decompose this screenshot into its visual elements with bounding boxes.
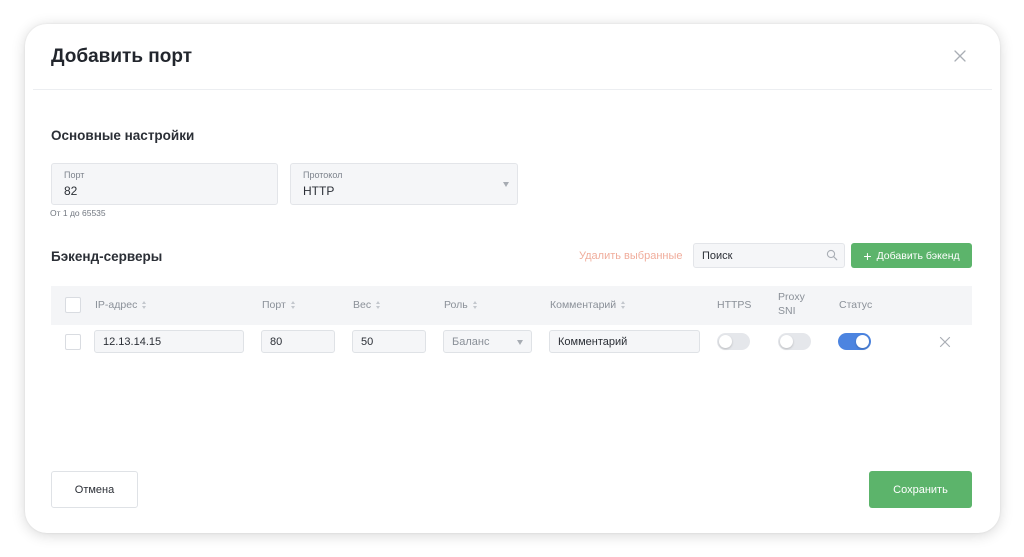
column-https-label: HTTPS [717,299,752,311]
weight-input[interactable]: 50 [352,330,426,353]
column-status: Статус [839,299,872,311]
column-proxy-sni-label-1: Proxy [778,291,805,303]
port-field-hint: От 1 до 65535 [50,208,106,218]
protocol-select[interactable]: Протокол HTTP [290,163,518,205]
column-role-label: Роль [444,299,468,311]
header-divider [33,89,992,90]
add-backend-label: Добавить бэкенд [876,249,960,262]
close-icon[interactable] [952,48,968,64]
toggle-knob [780,335,793,348]
cancel-button[interactable]: Отмена [51,471,138,508]
delete-selected-link[interactable]: Удалить выбранные [579,250,683,262]
sort-icon [376,301,381,309]
table-header: IP-адрес Порт Вес Роль Комментарий HTTPS… [51,286,972,325]
add-backend-button[interactable]: + Добавить бэкенд [851,243,972,268]
proxy-sni-toggle[interactable] [778,333,811,350]
basic-settings-title: Основные настройки [51,128,195,143]
column-ip-label: IP-адрес [95,299,138,311]
column-https: HTTPS [717,299,751,311]
chevron-down-icon [517,340,523,345]
column-proxy-sni: Proxy SNI [778,291,805,317]
role-select[interactable]: Баланс [443,330,532,353]
role-select-value: Баланс [452,335,490,348]
column-port-label: Порт [262,299,286,311]
select-all-checkbox[interactable] [65,297,81,313]
sort-icon [621,301,626,309]
column-weight-label: Вес [353,299,372,311]
save-button[interactable]: Сохранить [869,471,972,508]
modal-title: Добавить порт [51,46,193,67]
ip-input[interactable]: 12.13.14.15 [94,330,244,353]
sort-icon [472,301,477,309]
column-port[interactable]: Порт [262,299,295,311]
column-comment[interactable]: Комментарий [550,299,626,311]
column-weight[interactable]: Вес [353,299,381,311]
port-input[interactable]: 80 [261,330,335,353]
port-field-label: Порт [64,170,85,180]
column-ip[interactable]: IP-адрес [95,299,147,311]
row-checkbox[interactable] [65,334,81,350]
add-port-modal: Добавить порт Основные настройки Порт 82… [25,24,1000,533]
remove-row-icon[interactable] [939,336,951,348]
column-proxy-sni-label-2: SNI [778,305,796,317]
search-icon[interactable] [826,249,838,261]
backend-servers-title: Бэкенд-серверы [51,249,163,264]
column-comment-label: Комментарий [550,299,617,311]
sort-icon [142,301,147,309]
search-input[interactable] [693,243,845,268]
port-field[interactable]: Порт 82 [51,163,278,205]
column-role[interactable]: Роль [444,299,477,311]
status-toggle[interactable] [838,333,871,350]
chevron-down-icon [503,182,509,187]
column-status-label: Статус [839,299,873,311]
protocol-select-value: HTTP [303,184,335,198]
https-toggle[interactable] [717,333,750,350]
plus-icon: + [863,247,872,264]
comment-input[interactable]: Комментарий [549,330,700,353]
port-field-value[interactable]: 82 [64,184,77,198]
toggle-knob [719,335,732,348]
toggle-knob [856,335,869,348]
protocol-select-label: Протокол [303,170,343,180]
sort-icon [290,301,295,309]
